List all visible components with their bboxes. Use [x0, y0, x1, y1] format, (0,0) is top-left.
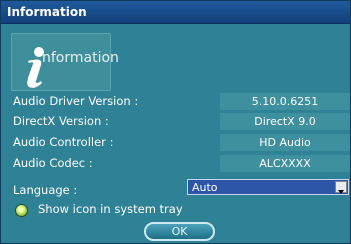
information-logo: nformation — [11, 33, 119, 91]
directx-version-value: DirectX 9.0 — [220, 113, 350, 130]
show-tray-icon-label[interactable]: Show icon in system tray — [38, 202, 183, 216]
language-selected-value: Auto — [192, 181, 218, 194]
ok-button[interactable]: OK — [144, 222, 215, 241]
title-bar[interactable]: Information — [1, 1, 350, 24]
dropdown-arrow-icon[interactable] — [335, 181, 347, 194]
audio-codec-label: Audio Codec : — [13, 156, 93, 170]
window-title: Information — [7, 5, 87, 19]
logo-text: nformation — [42, 50, 119, 66]
information-dialog: Information nformation Audio Driver Vers… — [0, 0, 351, 244]
audio-controller-label: Audio Controller : — [13, 135, 114, 149]
audio-controller-value: HD Audio — [220, 134, 350, 151]
audio-codec-value: ALCXXXX — [220, 155, 350, 172]
audio-driver-version-label: Audio Driver Version : — [13, 94, 139, 108]
language-select[interactable]: Auto — [187, 179, 349, 195]
radio-button-icon[interactable] — [15, 204, 28, 217]
language-label: Language : — [13, 183, 78, 197]
directx-version-label: DirectX Version : — [13, 114, 109, 128]
audio-driver-version-value: 5.10.0.6251 — [220, 93, 350, 110]
